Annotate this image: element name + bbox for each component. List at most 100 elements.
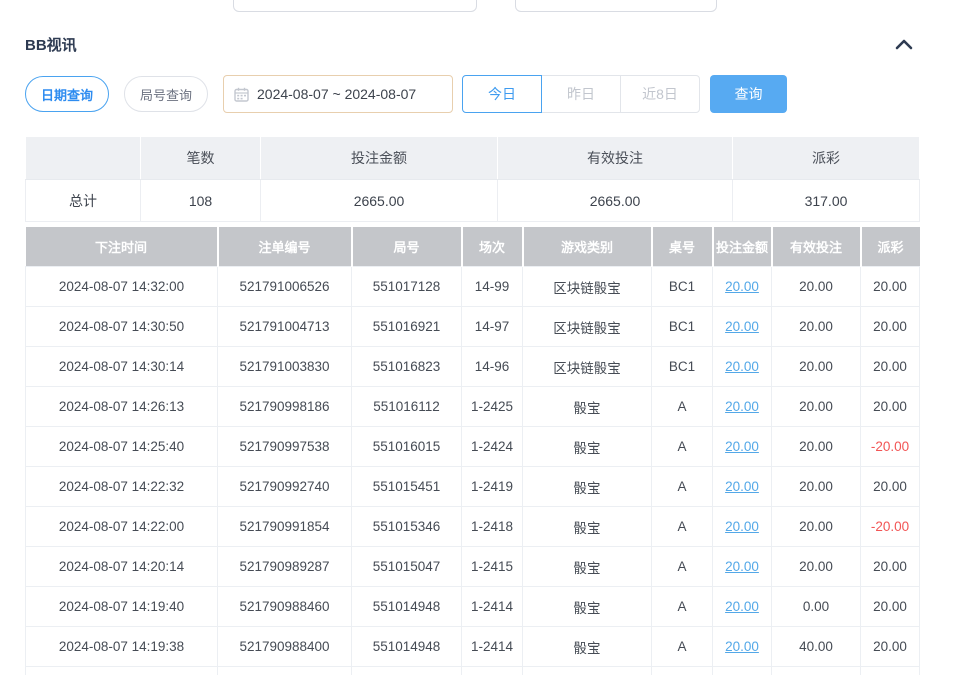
bet-time-cell: 2024-08-07 14:19:40 [26,587,218,627]
top-partial-input-1[interactable] [233,0,477,12]
records-header-session: 场次 [462,227,523,267]
bet-amount-link[interactable]: 20.00 [725,359,759,374]
valid-bet-cell: 20.00 [772,267,861,307]
session-cell: 1-2414 [462,627,523,667]
bet-amount-link[interactable]: 20.00 [725,599,759,614]
records-header-time: 下注时间 [26,227,218,267]
bet-amount-link[interactable]: 20.00 [725,279,759,294]
session-cell: 14-97 [462,307,523,347]
bet-amount-link[interactable]: 20.00 [725,479,759,494]
bet-amount-cell: 20.00 [713,307,772,347]
records-header-round-no: 局号 [352,227,462,267]
collapse-section-button[interactable] [893,33,915,55]
order-no-cell: 521790989287 [218,547,352,587]
date-range-value: 2024-08-07 ~ 2024-08-07 [257,86,416,102]
table-no-cell: A [652,427,713,467]
summary-header-count: 笔数 [141,137,261,180]
date-range-picker[interactable]: 2024-08-07 ~ 2024-08-07 [223,75,453,113]
bet-time-cell: 2024-08-07 14:19:03 [26,667,218,675]
records-header-order-no: 注单编号 [218,227,352,267]
bet-amount-cell: 20.00 [713,467,772,507]
game-type-cell: 骰宝 [523,627,652,667]
query-button[interactable]: 查询 [710,75,787,113]
bet-amount-link[interactable]: 20.00 [725,639,759,654]
table-no-cell: A [652,667,713,675]
game-type-cell: 骰宝 [523,587,652,627]
session-cell: 1-2414 [462,587,523,627]
bet-time-cell: 2024-08-07 14:20:14 [26,547,218,587]
table-no-cell: A [652,547,713,587]
records-table: 下注时间 注单编号 局号 场次 游戏类别 桌号 投注金额 有效投注 派彩 202… [25,227,920,675]
records-header-bet-amount: 投注金额 [713,227,772,267]
valid-bet-cell: 0.00 [772,587,861,627]
payout-cell: -20.00 [861,507,920,547]
bet-time-cell: 2024-08-07 14:30:14 [26,347,218,387]
order-no-cell: 521791004713 [218,307,352,347]
bet-time-cell: 2024-08-07 14:22:32 [26,467,218,507]
session-cell: 1-2413 [462,667,523,675]
bet-amount-link[interactable]: 20.00 [725,399,759,414]
session-cell: 1-2425 [462,387,523,427]
payout-cell: 20.00 [861,587,920,627]
session-cell: 14-99 [462,267,523,307]
bet-amount-link[interactable]: 20.00 [725,519,759,534]
round-no-cell: 551016921 [352,307,462,347]
order-no-cell: 521790991854 [218,507,352,547]
table-row: 2024-08-07 14:26:13 521790998186 5510161… [26,387,920,427]
bet-amount-cell: 20.00 [713,587,772,627]
round-no-cell: 551016015 [352,427,462,467]
table-no-cell: BC1 [652,347,713,387]
round-no-cell: 551016823 [352,347,462,387]
bet-amount-link[interactable]: 20.00 [725,439,759,454]
summary-header-blank [26,137,141,180]
bet-amount-link[interactable]: 20.00 [725,559,759,574]
payout-cell: 20.00 [861,387,920,427]
bet-amount-cell: 20.00 [713,387,772,427]
summary-header-bet-amount: 投注金额 [261,137,498,180]
round-no-cell: 551015451 [352,467,462,507]
bet-amount-cell: 20.00 [713,627,772,667]
game-type-cell: 骰宝 [523,467,652,507]
payout-cell: 20.00 [861,627,920,667]
summary-payout-value: 317.00 [733,180,920,222]
bet-time-cell: 2024-08-07 14:32:00 [26,267,218,307]
tab-date-query[interactable]: 日期查询 [25,76,109,112]
valid-bet-cell: 20.00 [772,347,861,387]
valid-bet-cell: 20.00 [772,667,861,675]
game-type-cell: 骰宝 [523,507,652,547]
bet-time-cell: 2024-08-07 14:30:50 [26,307,218,347]
table-row: 2024-08-07 14:19:03 521790987459 5510148… [26,667,920,675]
order-no-cell: 521790992740 [218,467,352,507]
summary-header-payout: 派彩 [733,137,920,180]
top-partial-input-2[interactable] [515,0,717,12]
bet-time-cell: 2024-08-07 14:25:40 [26,427,218,467]
table-row: 2024-08-07 14:30:14 521791003830 5510168… [26,347,920,387]
bet-amount-link[interactable]: 20.00 [725,319,759,334]
table-row: 2024-08-07 14:19:38 521790988400 5510149… [26,627,920,667]
tab-round-query[interactable]: 局号查询 [124,76,208,112]
bet-amount-cell: 20.00 [713,507,772,547]
game-type-cell: 骰宝 [523,387,652,427]
session-cell: 1-2418 [462,507,523,547]
game-type-cell: 区块链骰宝 [523,347,652,387]
chevron-up-icon [895,38,913,50]
table-no-cell: A [652,587,713,627]
payout-cell: -20.00 [861,667,920,675]
quick-range-last8[interactable]: 近8日 [620,75,700,113]
quick-range-today[interactable]: 今日 [462,75,542,113]
table-no-cell: BC1 [652,267,713,307]
round-no-cell: 551014948 [352,627,462,667]
table-row: 2024-08-07 14:25:40 521790997538 5510160… [26,427,920,467]
quick-range-group: 今日 昨日 近8日 [462,75,700,113]
bet-time-cell: 2024-08-07 14:19:38 [26,627,218,667]
quick-range-yesterday[interactable]: 昨日 [541,75,621,113]
round-no-cell: 551016112 [352,387,462,427]
bet-amount-cell: 20.00 [713,347,772,387]
session-cell: 14-96 [462,347,523,387]
valid-bet-cell: 40.00 [772,627,861,667]
table-row: 2024-08-07 14:22:00 521790991854 5510153… [26,507,920,547]
game-type-cell: 骰宝 [523,427,652,467]
game-type-cell: 区块链骰宝 [523,307,652,347]
bet-amount-cell: 20.00 [713,267,772,307]
order-no-cell: 521791003830 [218,347,352,387]
